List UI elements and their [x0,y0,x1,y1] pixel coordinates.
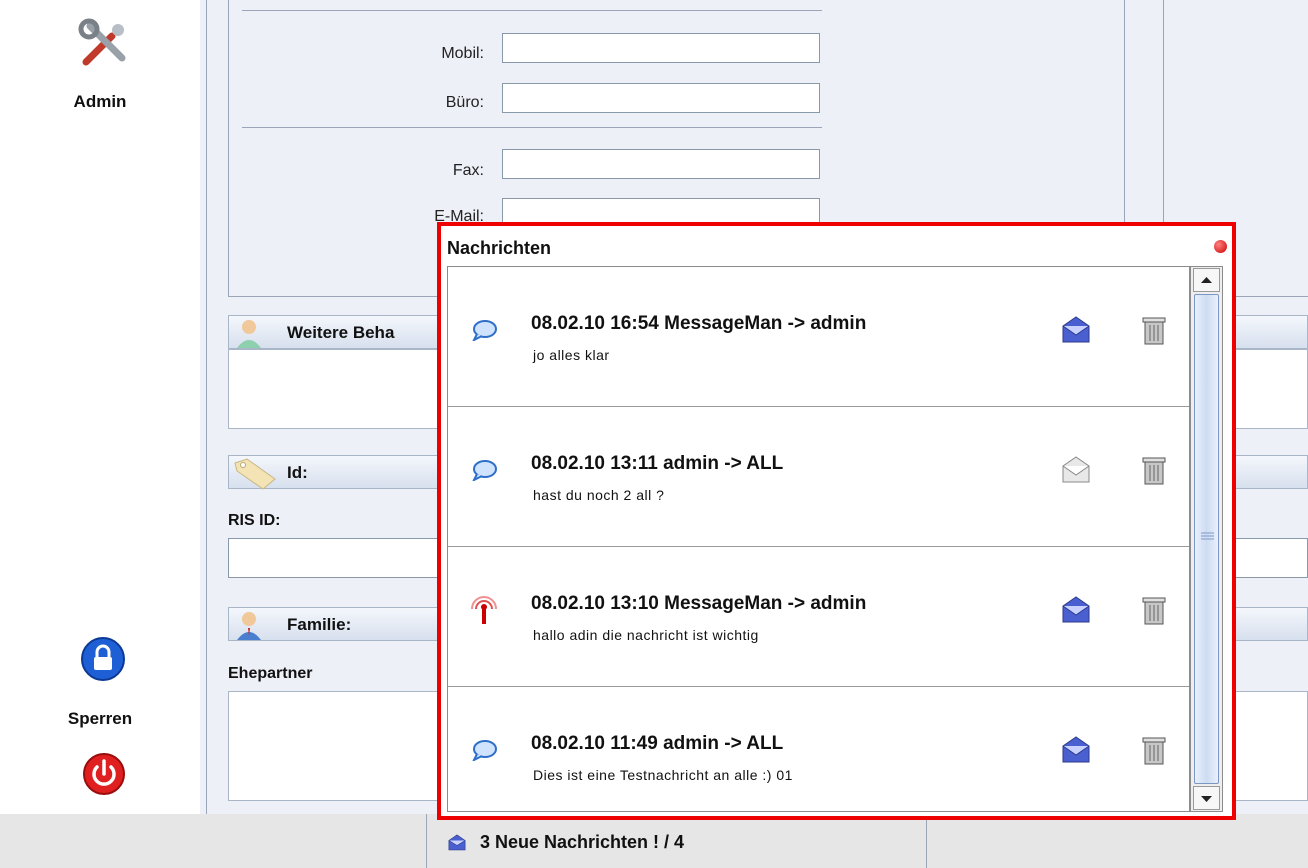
scroll-down-button[interactable] [1193,786,1220,810]
status-bar: 3 Neue Nachrichten ! / 4 [0,814,1308,868]
buero-field[interactable] [502,83,820,113]
admin-label[interactable]: Admin [0,92,200,112]
important-alert-icon [471,596,497,624]
divider [206,0,207,814]
lock-icon[interactable] [80,636,126,682]
speech-bubble-icon [472,460,497,481]
lock-label[interactable]: Sperren [0,709,200,729]
envelope-unread-icon[interactable] [1060,314,1092,346]
trash-icon[interactable] [1140,452,1168,486]
weitere-label: Weitere Beha [287,323,395,342]
ris-id-label: RIS ID: [228,512,281,529]
trash-icon[interactable] [1140,592,1168,626]
speech-bubble-icon [472,320,497,341]
message-title: 08.02.10 13:11 admin -> ALL [531,453,784,474]
message-item[interactable]: 08.02.10 13:11 admin -> ALL hast du noch… [448,407,1189,547]
fax-label: Fax: [452,162,484,179]
message-body: Dies ist eine Testnachricht an alle :) 0… [533,767,793,783]
power-icon[interactable] [82,752,126,796]
trash-icon[interactable] [1140,312,1168,346]
envelope-icon [446,833,468,853]
message-title: 08.02.10 13:10 MessageMan -> admin [531,593,867,614]
divider [242,127,822,128]
close-icon[interactable] [1214,240,1227,253]
divider [426,814,427,868]
envelope-unread-icon[interactable] [1060,734,1092,766]
message-title: 08.02.10 11:49 admin -> ALL [531,733,784,754]
id-label: Id: [287,463,308,482]
familie-label: Familie: [287,615,352,634]
divider [242,10,822,11]
new-messages-text: 3 Neue Nachrichten ! / 4 [480,832,685,852]
envelope-unread-icon[interactable] [1060,594,1092,626]
scroll-thumb[interactable] [1194,294,1219,784]
message-body: hast du noch 2 all ? [533,487,665,503]
trash-icon[interactable] [1140,732,1168,766]
speech-bubble-icon [472,740,497,761]
message-item[interactable]: 08.02.10 13:10 MessageMan -> admin hallo… [448,547,1189,687]
envelope-read-icon[interactable] [1060,454,1092,486]
buero-label: Büro: [445,94,484,111]
mobil-label: Mobil: [441,45,484,62]
tag-icon [233,457,276,490]
message-list: 08.02.10 16:54 MessageMan -> admin jo al… [447,266,1190,812]
admin-tools-icon[interactable] [78,18,130,70]
person-icon [235,318,263,348]
message-body: hallo adin die nachricht ist wichtig [533,627,759,643]
fax-field[interactable] [502,149,820,179]
message-body: jo alles klar [533,347,610,363]
sidebar: Admin Sperren [0,0,200,814]
messages-dialog: Nachrichten 08.02.10 16:54 MessageMan ->… [437,222,1236,820]
divider [926,814,927,868]
ehepartner-label: Ehepartner [228,665,313,682]
message-item[interactable]: 08.02.10 11:49 admin -> ALL Dies ist ein… [448,687,1189,811]
vertical-scrollbar[interactable] [1190,266,1223,812]
divider [228,0,229,296]
message-item[interactable]: 08.02.10 16:54 MessageMan -> admin jo al… [448,267,1189,407]
scroll-up-button[interactable] [1193,268,1220,292]
family-person-icon [235,610,263,640]
message-title: 08.02.10 16:54 MessageMan -> admin [531,313,867,334]
mobil-field[interactable] [502,33,820,63]
dialog-title: Nachrichten [447,238,552,258]
